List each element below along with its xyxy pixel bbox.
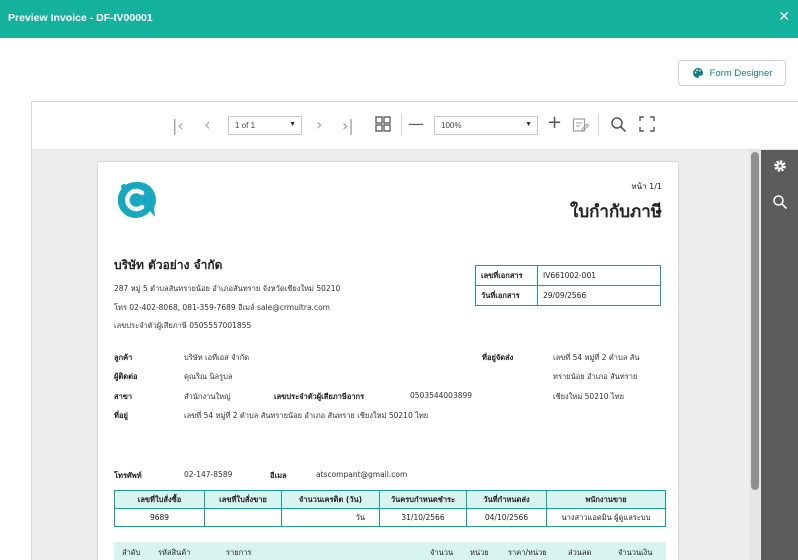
table-header: จำนวนเงิน <box>618 548 653 557</box>
table-header: จำนวนเครดิต (วัน) <box>281 490 380 509</box>
shipping-label: ที่อยู่จัดส่ง <box>482 353 514 362</box>
table-cell <box>204 508 282 527</box>
search-icon[interactable] <box>772 194 788 210</box>
table-header: ลำดับ <box>122 548 141 557</box>
palette-icon <box>692 68 703 78</box>
multi-page-icon[interactable] <box>375 116 391 132</box>
doc-number-label: เลขที่เอกสาร <box>475 265 538 286</box>
table-header: เลขที่ใบสั่งซื้อ <box>114 490 205 509</box>
table-header: รายการ <box>226 548 252 557</box>
table-row: 9689 วัน 31/10/2566 04/10/2566 นางสาวแอด… <box>114 508 666 527</box>
order-info-table: เลขที่ใบสั่งซื้อ เลขที่ใบสั่งขาย จำนวนเค… <box>114 490 666 527</box>
close-icon[interactable]: ✕ <box>778 10 790 24</box>
vertical-scrollbar[interactable] <box>749 150 761 560</box>
chevron-down-icon: ▼ <box>525 121 532 128</box>
table-cell: 9689 <box>114 508 205 527</box>
table-header: วันครบกำหนดชำระ <box>379 490 467 509</box>
table-header-row: เลขที่ใบสั่งซื้อ เลขที่ใบสั่งขาย จำนวนเค… <box>114 490 666 509</box>
contact-value: คุณริณ นิลรูบล <box>184 372 233 381</box>
document-canvas[interactable]: หน้า 1/1 ใบกำกับภาษี บริษัท ตัวอย่าง จำก… <box>32 150 749 560</box>
form-designer-label: Form Designer <box>709 67 773 79</box>
zoom-select[interactable]: 100% ▼ <box>434 116 538 135</box>
company-tax-id: เลขประจำตัวผู้เสียภาษี 0505557001855 <box>114 321 252 330</box>
email-value: atscompant@gmail.com <box>316 470 408 479</box>
window-title: Preview Invoice - DF-IV00001 <box>8 12 153 24</box>
shipping-line-2: ทรายน้อย อำเภอ สันทราย <box>553 372 638 381</box>
address-value: เลขที่ 54 หมู่ที่ 2 ตำบล สันทรายน้อย อำเ… <box>184 411 429 420</box>
branch-value: สำนักงานใหญ่ <box>184 392 231 401</box>
zoom-select-value: 100% <box>441 121 462 130</box>
doc-date-label: วันที่เอกสาร <box>475 285 538 306</box>
first-page-icon[interactable]: |‹ <box>172 118 184 134</box>
last-page-icon[interactable]: ›| <box>342 118 354 134</box>
table-header: เลขที่ใบสั่งขาย <box>204 490 282 509</box>
chevron-down-icon: ▼ <box>289 121 296 128</box>
prev-page-icon[interactable]: ‹ <box>204 117 210 133</box>
page-select-value: 1 of 1 <box>235 121 256 130</box>
zoom-out-icon[interactable]: — <box>408 116 424 132</box>
table-header: ส่วนลด <box>568 548 592 557</box>
scrollbar-thumb[interactable] <box>751 152 759 490</box>
contact-label: ผู้ติดต่อ <box>114 372 138 381</box>
branch-label: สาขา <box>114 392 133 401</box>
phone-value: 02-147-8589 <box>184 470 233 479</box>
document-info-table: เลขที่เอกสาร IV661002-001 วันที่เอกสาร 2… <box>475 265 661 306</box>
table-cell: วัน <box>281 508 380 527</box>
table-cell: 31/10/2566 <box>379 508 467 527</box>
next-page-icon[interactable]: › <box>316 117 322 133</box>
table-header: หน่วย <box>470 548 489 557</box>
title-bar: Preview Invoice - DF-IV00001 ✕ <box>0 0 798 38</box>
doc-date-value: 29/09/2566 <box>537 285 661 306</box>
table-row: วันที่เอกสาร 29/09/2566 <box>475 285 661 306</box>
table-cell: 04/10/2566 <box>466 508 547 527</box>
table-header: รหัสสินค้า <box>158 548 191 557</box>
document-page: หน้า 1/1 ใบกำกับภาษี บริษัท ตัวอย่าง จำก… <box>98 162 678 560</box>
fullscreen-icon[interactable] <box>639 116 655 132</box>
company-address: 287 หมู่ 5 ตำบลสันทรายน้อย อำเภอสันทราย … <box>114 284 341 293</box>
customer-value: บริษัท เอทีเอส จำกัด <box>184 353 250 362</box>
zoom-in-icon[interactable]: + <box>547 114 562 132</box>
search-icon[interactable] <box>610 116 627 133</box>
shipping-line-1: เลขที่ 54 หมู่ที่ 2 ตำบล สัน <box>553 353 640 362</box>
toolbar-divider <box>598 114 599 136</box>
company-contact: โทร 02-402-8068, 081-359-7689 อีเมล์ sal… <box>114 303 330 312</box>
toolbar-divider <box>401 114 402 136</box>
table-row: เลขที่เอกสาร IV661002-001 <box>475 265 661 286</box>
viewer-toolbar: |‹ ‹ 1 of 1 ▼ › ›| — 100% ▼ + <box>32 102 798 150</box>
table-header: วันที่กำหนดส่ง <box>466 490 547 509</box>
customer-tax-id-value: 0503544003899 <box>410 391 473 400</box>
settings-icon[interactable] <box>772 158 788 174</box>
phone-label: โทรศัพท์ <box>114 471 142 480</box>
shipping-line-3: เชียงใหม่ 50210 ไทย <box>553 392 624 401</box>
email-label: อีเมล <box>270 471 287 480</box>
table-cell: นางสาวแอดมิน ผู้ดูแลระบบ <box>546 508 666 527</box>
table-header: จำนวน <box>430 548 454 557</box>
customer-tax-id-label: เลขประจำตัวผู้เสียภาษีอากร <box>274 392 365 401</box>
edit-fields-icon[interactable] <box>572 116 590 134</box>
side-panel <box>761 150 798 560</box>
page-select[interactable]: 1 of 1 ▼ <box>228 116 302 135</box>
table-header: ราคา/หน่วย <box>508 548 547 557</box>
address-label: ที่อยู่ <box>114 411 128 420</box>
report-viewer: |‹ ‹ 1 of 1 ▼ › ›| — 100% ▼ + หน้า 1/1 ใ… <box>31 101 798 560</box>
doc-number-value: IV661002-001 <box>537 265 661 286</box>
table-header: พนักงานขาย <box>546 490 666 509</box>
page-number: หน้า 1/1 <box>631 182 662 191</box>
customer-label: ลูกค้า <box>114 353 133 362</box>
items-table-header: ลำดับ รหัสสินค้า รายการ จำนวน หน่วย ราคา… <box>114 542 666 560</box>
document-title: ใบกำกับภาษี <box>570 202 662 222</box>
company-logo <box>117 181 156 218</box>
form-designer-button[interactable]: Form Designer <box>678 60 786 86</box>
company-name: บริษัท ตัวอย่าง จำกัด <box>114 258 223 272</box>
